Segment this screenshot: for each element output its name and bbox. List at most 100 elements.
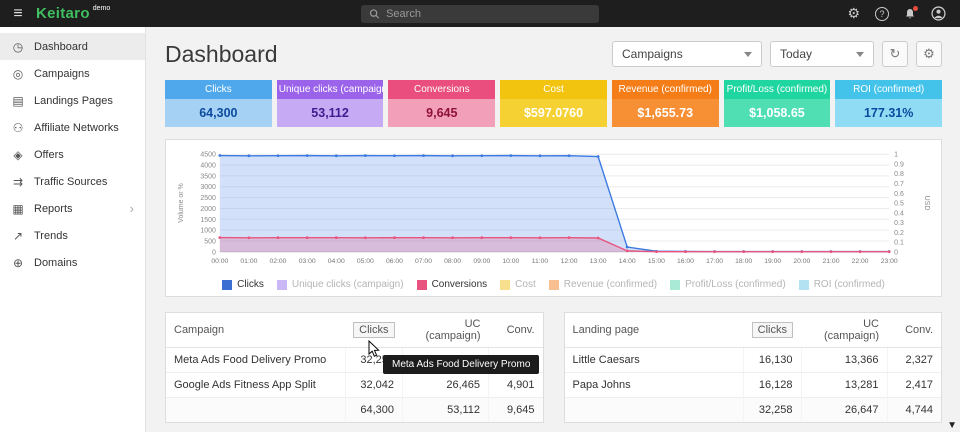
menu-icon[interactable]: ≡ [0,0,36,27]
svg-text:00:00: 00:00 [211,258,228,265]
legend-label: Clicks [237,279,264,290]
sidebar-item-reports[interactable]: ▦Reports› [0,195,145,222]
column-header[interactable]: UC (campaign) [403,313,489,348]
sidebar-item-dashboard[interactable]: ◷Dashboard [0,33,145,60]
svg-text:09:00: 09:00 [473,258,490,265]
column-header[interactable]: Clicks [744,313,801,348]
legend-swatch [549,280,559,290]
chart-legend: Clicks Unique clicks (campaign) Conversion… [174,279,933,292]
legend-label: ROI (confirmed) [814,279,885,290]
metric-card-roi: ROI (confirmed)177.31% [835,80,942,127]
sidebar-item-landings-pages[interactable]: ▤Landings Pages [0,87,145,114]
svg-text:3500: 3500 [200,173,216,180]
chevron-down-icon [856,52,864,57]
domains-icon: ⊕ [11,256,25,270]
sidebar-item-affiliate-networks[interactable]: ⚇Affiliate Networks [0,114,145,141]
svg-text:10:00: 10:00 [502,258,519,265]
sidebar-item-campaigns[interactable]: ◎Campaigns [0,60,145,87]
sidebar-item-traffic-sources[interactable]: ⇉Traffic Sources [0,168,145,195]
table-row[interactable]: Google Ads Fitness App Split32,04226,465… [166,373,543,398]
metric-label: Conversions [388,80,495,99]
landing-pages-table-panel: Landing page Clicks UC (campaign)Conv.Litt… [564,312,943,423]
sidebar: ◷Dashboard◎Campaigns▤Landings Pages⚇Affi… [0,27,146,432]
mouse-cursor [368,340,381,358]
metric-label: Cost [500,80,607,99]
chart-panel: 05001000150020002500300035004000450000.1… [165,139,942,297]
svg-text:4500: 4500 [200,152,216,159]
svg-text:14:00: 14:00 [619,258,636,265]
dashboard-settings-button[interactable]: ⚙ [916,41,942,67]
metric-card-profit-loss: Profit/Loss (confirmed)$1,058.65 [724,80,831,127]
svg-text:05:00: 05:00 [357,258,374,265]
svg-text:16:00: 16:00 [677,258,694,265]
legend-item[interactable]: Cost [500,279,536,290]
sidebar-item-trends[interactable]: ↗Trends [0,222,145,249]
sidebar-item-label: Campaigns [34,68,90,80]
legend-item[interactable]: Revenue (confirmed) [549,279,657,290]
svg-text:0: 0 [212,249,216,256]
sidebar-item-label: Reports [34,203,73,215]
metric-card-clicks: Clicks64,300 [165,80,272,127]
metric-cards: Clicks64,300Unique clicks (campaign)53,1… [165,80,942,127]
svg-text:12:00: 12:00 [561,258,578,265]
svg-text:04:00: 04:00 [328,258,345,265]
metric-label: Clicks [165,80,272,99]
column-header[interactable]: Landing page [565,313,744,348]
legend-item[interactable]: Clicks [222,279,264,290]
legend-swatch [670,280,680,290]
logo[interactable]: Keitaro [36,5,90,22]
svg-text:06:00: 06:00 [386,258,403,265]
user-avatar-icon[interactable] [931,6,946,21]
help-icon[interactable]: ? [875,7,889,21]
metric-label: Unique clicks (campaign) [277,80,384,99]
column-header[interactable]: Campaign [166,313,345,348]
search-bar[interactable] [361,5,599,23]
search-icon [369,8,380,20]
svg-text:0: 0 [894,249,898,256]
dashboard-icon: ◷ [11,40,25,54]
notification-bell-icon[interactable] [904,8,916,20]
metric-value: 177.31% [835,99,942,127]
sorted-column-indicator: Clicks [353,322,394,338]
svg-text:0.9: 0.9 [894,161,904,168]
settings-gear-icon[interactable]: ⚙ [847,5,860,22]
legend-label: Conversions [432,279,488,290]
svg-text:0.7: 0.7 [894,181,904,188]
legend-label: Unique clicks (campaign) [292,279,404,290]
traffic-sources-icon: ⇉ [11,175,25,189]
legend-item[interactable]: ROI (confirmed) [799,279,885,290]
campaigns-filter-select[interactable]: Campaigns [612,41,762,67]
main-content: Dashboard Campaigns Today ↻ ⚙ Clicks64,3… [147,27,960,432]
date-range-select[interactable]: Today [770,41,874,67]
svg-text:0.4: 0.4 [894,210,904,217]
column-header[interactable]: UC (campaign) [801,313,887,348]
sidebar-item-offers[interactable]: ◈Offers [0,141,145,168]
metric-label: Profit/Loss (confirmed) [724,80,831,99]
svg-text:0.3: 0.3 [894,220,904,227]
column-header[interactable]: Conv. [887,313,941,348]
metric-card-cost: Cost$597.0760 [500,80,607,127]
table-row[interactable]: Little Caesars16,13013,3662,327 [565,348,942,373]
metric-card-unique-clicks: Unique clicks (campaign)53,112 [277,80,384,127]
sidebar-item-domains[interactable]: ⊕Domains [0,249,145,276]
affiliate-networks-icon: ⚇ [11,121,25,135]
legend-swatch [222,280,232,290]
refresh-button[interactable]: ↻ [882,41,908,67]
svg-text:03:00: 03:00 [299,258,316,265]
legend-item[interactable]: Conversions [417,279,488,290]
sidebar-item-label: Landings Pages [34,95,113,107]
page-header: Dashboard Campaigns Today ↻ ⚙ [165,39,942,69]
svg-text:0.5: 0.5 [894,201,904,208]
chevron-right-icon: › [130,201,134,216]
table-row[interactable]: Papa Johns16,12813,2812,417 [565,373,942,398]
search-input[interactable] [386,8,591,20]
legend-item[interactable]: Unique clicks (campaign) [277,279,404,290]
legend-item[interactable]: Profit/Loss (confirmed) [670,279,786,290]
column-header[interactable]: Conv. [489,313,543,348]
svg-text:22:00: 22:00 [852,258,869,265]
metric-card-conversions: Conversions9,645 [388,80,495,127]
dashboard-chart: 05001000150020002500300035004000450000.1… [174,146,933,276]
svg-text:1500: 1500 [200,217,216,224]
sorted-column-indicator: Clicks [752,322,793,338]
avatar-glyph [931,6,946,21]
